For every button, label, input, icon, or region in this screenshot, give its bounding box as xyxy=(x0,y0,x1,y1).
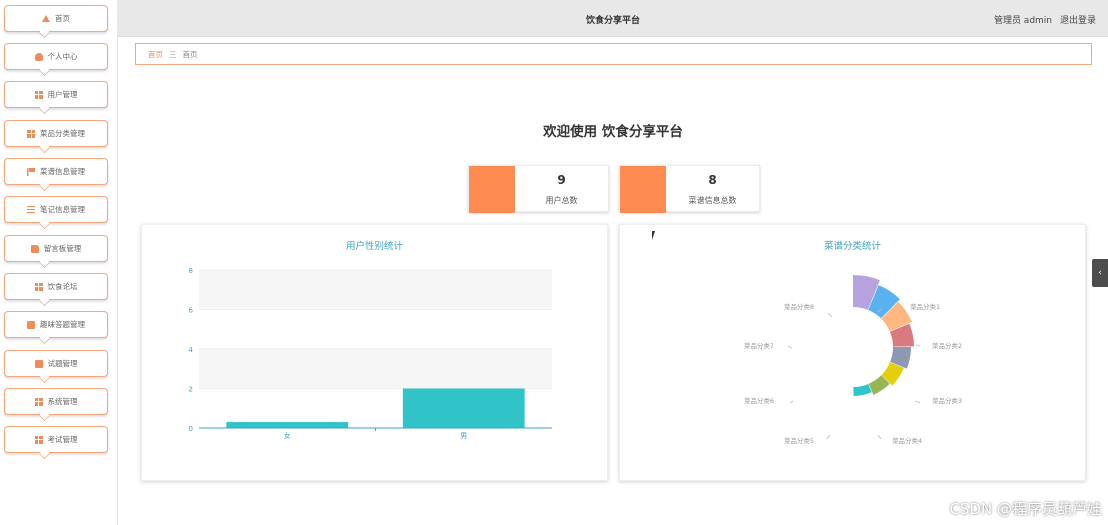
app-root: 首页 个人中心 用户管理 菜品分类管理 菜谱信息管理 笔记信息管理 留言板管理 xyxy=(0,0,1108,525)
sidebar-item-label: 饮食论坛 xyxy=(47,282,78,291)
slice-label: 菜品分类5 xyxy=(784,436,814,445)
category-chart-panel: 菜谱分类统计 菜品分类1 菜品分类2 菜品分类3 菜品分类4 菜品分类5 菜品分类6 菜品分… xyxy=(619,224,1086,481)
sidebar-item-label: 菜品分类管理 xyxy=(40,129,85,138)
list-icon xyxy=(27,205,35,214)
sidebar-item-questions[interactable]: 试题管理 xyxy=(4,350,108,377)
slice-label-line xyxy=(877,434,882,440)
slice-label: 菜品分类2 xyxy=(932,341,962,350)
sidebar-item-label: 系统管理 xyxy=(47,397,78,406)
user-icon xyxy=(34,52,43,61)
slice-label-line xyxy=(915,344,921,347)
sidebar-item-label: 菜谱信息管理 xyxy=(40,167,85,176)
slice-label: 菜品分类4 xyxy=(892,436,922,445)
home-icon xyxy=(42,15,50,22)
sidebar-item-notes[interactable]: 笔记信息管理 xyxy=(4,196,108,223)
slice-label: 菜品分类1 xyxy=(910,302,940,311)
stat-color-block xyxy=(620,166,666,213)
sidebar-item-label: 笔记信息管理 xyxy=(40,205,85,214)
slice-label: 菜品分类8 xyxy=(784,302,814,311)
stat-value: 9 xyxy=(557,173,566,187)
watermark: CSDN @程序员葫芦娃 xyxy=(949,500,1102,518)
sidebar-item-dish-categories[interactable]: 菜品分类管理 xyxy=(4,120,108,147)
sidebar-item-label: 试题管理 xyxy=(47,359,78,368)
gender-chart-panel: 用户性别统计 02468女男 xyxy=(141,224,608,481)
site-title: 饮食分享平台 xyxy=(585,16,640,26)
y-tick-label: 0 xyxy=(189,425,193,433)
slice-label-line xyxy=(787,345,793,349)
side-panel-toggle[interactable]: ‹ xyxy=(1092,259,1108,287)
sidebar-item-recipes[interactable]: 菜谱信息管理 xyxy=(4,158,108,185)
slice-label-line xyxy=(914,400,921,404)
breadcrumb-current: 首页 xyxy=(182,49,198,59)
slice-label: 菜品分类7 xyxy=(744,341,774,350)
sidebar-item-quiz[interactable]: 趣味答题管理 xyxy=(4,311,108,338)
bar xyxy=(226,422,349,428)
sidebar: 首页 个人中心 用户管理 菜品分类管理 菜谱信息管理 笔记信息管理 留言板管理 xyxy=(0,0,118,525)
thumb-icon xyxy=(30,244,39,253)
breadcrumb-home[interactable]: 首页 xyxy=(148,49,163,60)
sidebar-item-home[interactable]: 首页 xyxy=(4,5,108,32)
grid-icon xyxy=(34,90,43,99)
x-tick-label: 女 xyxy=(284,431,291,440)
slice-label-line xyxy=(827,312,833,318)
sidebar-item-label: 首页 xyxy=(55,14,70,23)
breadcrumb: 首页 三 首页 xyxy=(135,43,1092,65)
stat-label: 菜谱信息总数 xyxy=(688,196,737,205)
slice-label: 菜品分类3 xyxy=(932,396,962,405)
slice-label-line xyxy=(826,434,831,440)
grid-icon xyxy=(34,397,43,406)
grid-band xyxy=(199,270,552,310)
stat-card-recipes: 8 菜谱信息总数 xyxy=(619,165,760,213)
logout-link[interactable]: 退出登录 xyxy=(1060,13,1096,26)
sidebar-item-users[interactable]: 用户管理 xyxy=(4,81,108,108)
breadcrumb-separator-icon: 三 xyxy=(169,49,177,59)
sidebar-item-label: 留言板管理 xyxy=(43,244,82,253)
gender-bar-chart: 0 2 4 6 8 女 男 xyxy=(189,267,552,440)
rose-slice xyxy=(853,383,872,396)
y-tick-label: 6 xyxy=(189,307,194,315)
category-rose-chart: 菜品分类1 菜品分类2 菜品分类3 菜品分类4 菜品分类5 菜品分类6 菜品分类7 菜品分类8 xyxy=(744,275,962,445)
sidebar-item-label: 考试管理 xyxy=(47,435,78,444)
stat-color-block xyxy=(469,166,515,213)
grid-band xyxy=(199,349,552,389)
screen-icon xyxy=(27,320,35,329)
stat-label: 用户总数 xyxy=(545,196,578,205)
slice-label: 菜品分类6 xyxy=(744,396,774,405)
slice-label-line xyxy=(789,400,794,404)
y-tick-label: 4 xyxy=(189,346,194,354)
y-tick-label: 2 xyxy=(189,386,193,394)
sidebar-item-forum[interactable]: 饮食论坛 xyxy=(4,273,108,300)
y-tick-label: 8 xyxy=(189,267,193,275)
sidebar-item-messages[interactable]: 留言板管理 xyxy=(4,235,108,262)
sidebar-item-label: 个人中心 xyxy=(47,52,78,61)
grid-icon xyxy=(34,435,43,444)
welcome-heading: 欢迎使用 饮食分享平台 xyxy=(543,124,683,140)
admin-label: 管理员 admin xyxy=(993,16,1052,26)
stat-value: 8 xyxy=(708,173,717,187)
flag-icon xyxy=(27,167,35,176)
sidebar-item-system[interactable]: 系统管理 xyxy=(4,388,108,415)
x-tick-label: 男 xyxy=(460,432,467,440)
grid-icon xyxy=(34,282,43,291)
stat-card-users: 9 用户总数 xyxy=(468,165,609,213)
bar xyxy=(402,388,525,428)
screen-icon xyxy=(34,359,43,368)
grid-icon xyxy=(27,129,35,138)
sidebar-item-label: 趣味答题管理 xyxy=(40,320,85,329)
sidebar-item-exams[interactable]: 考试管理 xyxy=(4,426,108,453)
top-header: 饮食分享平台 管理员 admin 退出登录 xyxy=(118,0,1108,37)
mouse-cursor-icon xyxy=(652,231,655,240)
sidebar-item-label: 用户管理 xyxy=(47,90,78,99)
sidebar-item-profile[interactable]: 个人中心 xyxy=(4,43,108,70)
